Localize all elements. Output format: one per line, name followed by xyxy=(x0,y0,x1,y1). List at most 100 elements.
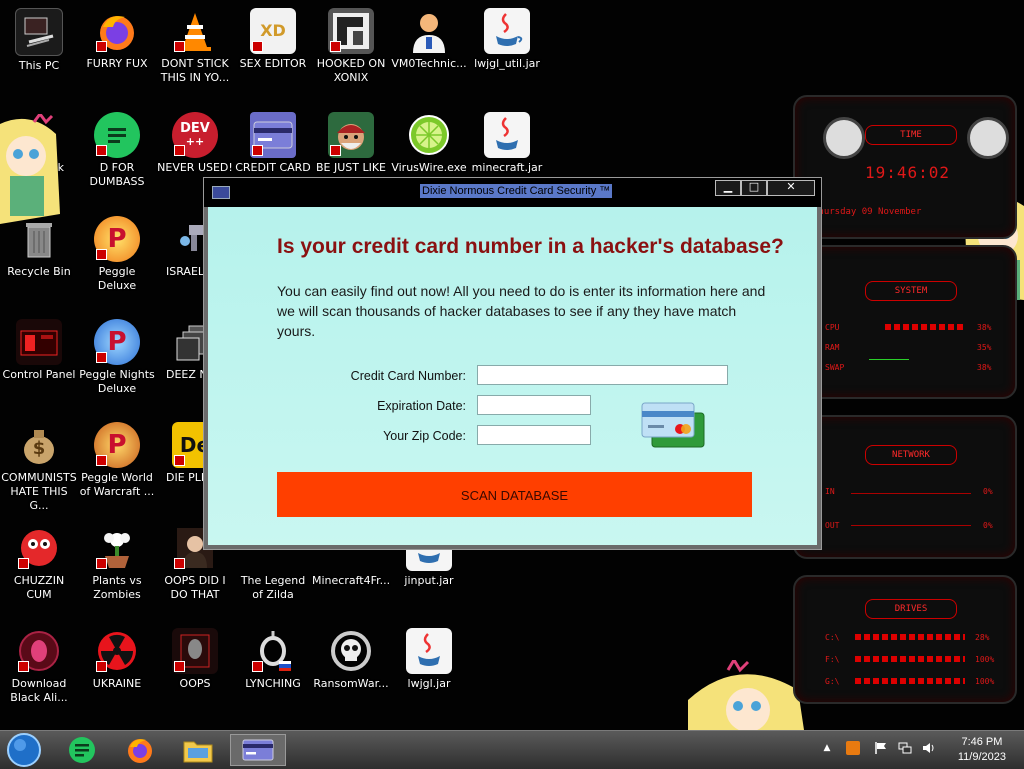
out-value: 0% xyxy=(983,521,993,530)
app-window-icon xyxy=(212,186,230,199)
desktop-icon-control-panel[interactable]: Control Panel xyxy=(0,313,78,409)
money-bag-icon: $ xyxy=(16,422,62,468)
icon-label: Minecraft4Fr... xyxy=(312,574,391,587)
system-title: SYSTEM xyxy=(865,281,957,301)
system-panel: SYSTEM CPU 38% RAM 35% SWAP 38% xyxy=(793,245,1017,399)
desktop-icon-download-black-ali[interactable]: Download Black Ali... xyxy=(0,622,78,718)
network-icon[interactable] xyxy=(898,741,912,755)
desktop-icon-ukraine[interactable]: UKRAINE xyxy=(78,622,156,718)
desktop-icon-hooked-on-xonix[interactable]: HOOKED ON XONIX xyxy=(312,2,390,98)
desktop-icon-communists[interactable]: $ COMMUNISTS HATE THIS G... xyxy=(0,416,78,512)
system-clock[interactable]: 7:46 PM 11/9/2023 xyxy=(958,735,1006,765)
tray-app-icon[interactable] xyxy=(846,741,860,755)
start-button[interactable] xyxy=(4,733,44,767)
scan-database-button[interactable]: SCAN DATABASE xyxy=(277,472,752,517)
minimize-button[interactable]: ▁ xyxy=(715,180,741,196)
zip-code-label: Your Zip Code: xyxy=(383,429,466,443)
icon-label: SEX EDITOR xyxy=(239,57,307,70)
icon-label: This PC xyxy=(18,59,60,72)
window-titlebar[interactable]: Dixie Normous Credit Card Security ™ ▁ □… xyxy=(204,178,821,207)
peggle-wow-icon: P xyxy=(94,422,140,468)
cartoon-girl-sticker xyxy=(688,657,804,734)
icon-label: VirusWire.exe xyxy=(391,161,467,174)
desktop-icon-this-pc[interactable]: This PC xyxy=(0,2,78,98)
chuzzle-icon xyxy=(16,525,62,571)
icon-label: jinput.jar xyxy=(404,574,454,587)
desktop: This PC FURRY FUX DONT STICK THIS IN YO.… xyxy=(0,0,1024,732)
taskbar-notepad-icon[interactable] xyxy=(62,734,102,766)
action-center-flag-icon[interactable] xyxy=(874,741,888,755)
icon-label: Download Black Ali... xyxy=(10,677,68,704)
icon-label: The Legend of Zilda xyxy=(240,574,306,601)
drive-label: F:\ xyxy=(825,655,840,664)
drive-label: C:\ xyxy=(825,633,840,642)
intro-text: You can easily find out now! All you nee… xyxy=(277,283,766,339)
desktop-icon-furry-fux[interactable]: FURRY FUX xyxy=(78,2,156,98)
credit-card-icon xyxy=(250,112,296,158)
rope-icon xyxy=(250,628,296,674)
ram-value: 35% xyxy=(977,343,992,352)
network-title: NETWORK xyxy=(865,445,957,465)
card-number-field[interactable] xyxy=(477,365,728,385)
ram-label: RAM xyxy=(825,343,840,352)
skull-icon xyxy=(328,628,374,674)
java-icon xyxy=(484,112,530,158)
icon-label: OOPS xyxy=(179,677,211,690)
icon-label: minecraft.jar xyxy=(471,161,543,174)
icon-label: Plants vs Zombies xyxy=(92,574,142,601)
desktop-icon-dont-stick[interactable]: DONT STICK THIS IN YO... xyxy=(156,2,234,98)
devcpp-icon: DEV ++ xyxy=(172,112,218,158)
network-panel: NETWORK IN 0% OUT 0% xyxy=(793,415,1017,559)
clock-time: 7:46 PM xyxy=(961,736,1003,748)
card-number-label: Credit Card Number: xyxy=(350,369,466,383)
icon-label: Peggle World of Warcraft ... xyxy=(79,471,155,498)
show-hidden-icons-button[interactable]: ▲ xyxy=(820,741,834,755)
desktop-icon-d-for-dumbass[interactable]: D FOR DUMBASS xyxy=(78,106,156,202)
expiration-date-field[interactable] xyxy=(477,395,591,415)
drive-value: 100% xyxy=(975,677,995,686)
credit-cards-icon xyxy=(640,401,708,449)
icon-label: RansomWar... xyxy=(313,677,389,690)
desktop-icon-peggle-nights[interactable]: P Peggle Nights Deluxe xyxy=(78,313,156,409)
alien-logo-icon xyxy=(823,117,865,159)
alien-head-icon xyxy=(172,628,218,674)
zip-code-field[interactable] xyxy=(477,425,591,445)
desktop-icon-vm0technic[interactable]: VM0Technic... xyxy=(390,2,468,98)
desktop-icon-lynching[interactable]: LYNCHING xyxy=(234,622,312,718)
drives-panel: DRIVES C:\ 28% F:\ 100% G:\ 100% xyxy=(793,575,1017,704)
alien-orb-icon xyxy=(16,628,62,674)
taskbar-firefox-icon[interactable] xyxy=(120,734,160,766)
expiration-date-label: Expiration Date: xyxy=(377,399,466,413)
volume-icon[interactable] xyxy=(922,741,936,755)
desktop-icon-oops[interactable]: OOPS xyxy=(156,622,234,718)
cartoon-girl-sticker xyxy=(0,111,64,238)
icon-label: LYNCHING xyxy=(245,677,301,690)
java-icon xyxy=(484,8,530,54)
desktop-icon-plants-vs-zombies[interactable]: Plants vs Zombies xyxy=(78,519,156,615)
taskbar-file-explorer-icon[interactable] xyxy=(178,734,218,766)
desktop-icon-ransomware[interactable]: RansomWar... xyxy=(312,622,390,718)
desktop-icon-lwjgl-jar[interactable]: lwjgl.jar xyxy=(390,622,468,718)
in-value: 0% xyxy=(983,487,993,496)
firefox-icon xyxy=(94,8,140,54)
icon-label: lwjgl.jar xyxy=(407,677,451,690)
time-title: TIME xyxy=(865,125,957,145)
desktop-icon-sex-editor[interactable]: XD SEX EDITOR xyxy=(234,2,312,98)
peggle-icon: P xyxy=(94,216,140,262)
desktop-icon-peggle-deluxe[interactable]: P Peggle Deluxe xyxy=(78,210,156,306)
drives-title: DRIVES xyxy=(865,599,957,619)
hxd-icon: XD xyxy=(250,8,296,54)
maximize-button[interactable]: □ xyxy=(741,180,767,196)
taskbar-credit-card-app[interactable] xyxy=(230,734,286,766)
window-title: Dixie Normous Credit Card Security ™ xyxy=(420,184,613,198)
notepad-icon xyxy=(94,112,140,158)
icon-label: CHUZZIN CUM xyxy=(13,574,65,601)
desktop-icon-chuzzin[interactable]: CHUZZIN CUM xyxy=(0,519,78,615)
time-value: 19:46:02 xyxy=(865,163,951,182)
close-button[interactable]: ✕ xyxy=(767,180,815,196)
out-label: OUT xyxy=(825,521,840,530)
cpu-bar xyxy=(885,324,965,330)
icon-label: HOOKED ON XONIX xyxy=(316,57,386,84)
desktop-icon-lwjgl-util-jar[interactable]: lwjgl_util.jar xyxy=(468,2,546,98)
desktop-icon-peggle-wow[interactable]: P Peggle World of Warcraft ... xyxy=(78,416,156,512)
